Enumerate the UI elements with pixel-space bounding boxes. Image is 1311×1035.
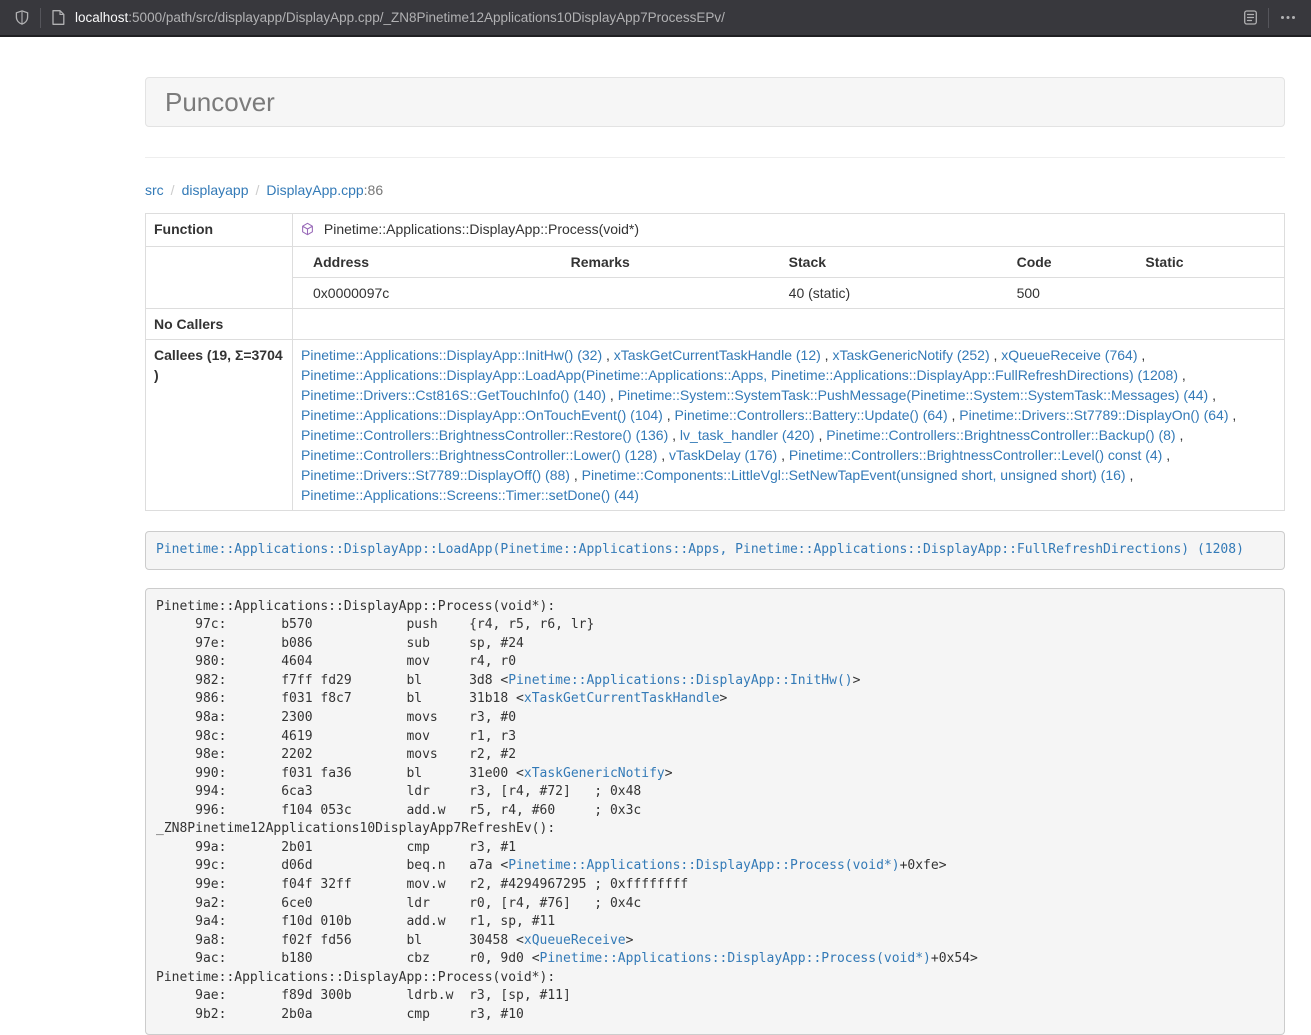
callee-link[interactable]: Pinetime::Components::LittleVgl::SetNewT… xyxy=(582,467,1126,483)
stack-value: 40 (static) xyxy=(769,278,997,309)
url-path: :5000/path/src/displayapp/DisplayApp.cpp… xyxy=(128,10,725,25)
highlighted-callee-box: Pinetime::Applications::DisplayApp::Load… xyxy=(145,531,1285,570)
code-symbol-link[interactable]: xTaskGenericNotify xyxy=(524,766,665,781)
callee-link[interactable]: Pinetime::System::SystemTask::PushMessag… xyxy=(618,387,1209,403)
function-table: Function Pinetime::Applications::Display… xyxy=(145,213,1285,511)
disassembly-pre: Pinetime::Applications::DisplayApp::Proc… xyxy=(145,588,1285,1035)
callee-link[interactable]: Pinetime::Drivers::St7789::DisplayOn() (… xyxy=(959,407,1228,423)
page-title: Puncover xyxy=(165,89,1265,115)
callee-link[interactable]: Pinetime::Drivers::Cst816S::GetTouchInfo… xyxy=(301,387,606,403)
url-text: localhost:5000/path/src/displayapp/Displ… xyxy=(75,10,725,25)
callee-link[interactable]: Pinetime::Applications::DisplayApp::Load… xyxy=(301,367,1178,383)
no-callers-row: No Callers xyxy=(146,309,1285,340)
callee-link[interactable]: Pinetime::Controllers::BrightnessControl… xyxy=(826,427,1175,443)
page-content: Puncover src / displayapp / DisplayApp.cpp:8… xyxy=(145,77,1285,1035)
code-symbol-link[interactable]: Pinetime::Applications::DisplayApp::Proc… xyxy=(540,951,931,966)
column-code: Code xyxy=(997,247,1126,278)
code-symbol-link[interactable]: Pinetime::Applications::DisplayApp::Init… xyxy=(508,673,852,688)
breadcrumb: src / displayapp / DisplayApp.cpp:86 xyxy=(145,180,1285,200)
toolbar-divider xyxy=(40,8,41,28)
callee-link[interactable]: Pinetime::Applications::Screens::Timer::… xyxy=(301,487,639,503)
callees-list: Pinetime::Applications::DisplayApp::Init… xyxy=(293,340,1285,511)
function-name: Pinetime::Applications::DisplayApp::Proc… xyxy=(324,219,639,239)
remarks-value xyxy=(551,278,769,309)
callee-link[interactable]: Pinetime::Controllers::BrightnessControl… xyxy=(301,447,657,463)
url-host: localhost xyxy=(75,10,128,25)
column-address: Address xyxy=(293,247,551,278)
breadcrumb-separator: / xyxy=(171,182,175,198)
function-row: Function Pinetime::Applications::Display… xyxy=(146,214,1285,247)
details-data-row: 0x0000097c 40 (static) 500 xyxy=(293,278,1284,309)
callee-link[interactable]: lv_task_handler (420) xyxy=(680,427,815,443)
breadcrumb-link-displayapp[interactable]: displayapp xyxy=(182,182,249,198)
breadcrumb-line-number: :86 xyxy=(364,182,383,198)
column-remarks: Remarks xyxy=(551,247,769,278)
callee-link[interactable]: xTaskGetCurrentTaskHandle (12) xyxy=(614,347,821,363)
column-stack: Stack xyxy=(769,247,997,278)
app-header: Puncover xyxy=(145,77,1285,127)
divider xyxy=(145,157,1285,158)
callees-label: Callees (19, Σ=3704 ) xyxy=(146,340,293,511)
shield-icon[interactable] xyxy=(14,9,30,26)
toolbar-divider xyxy=(1268,8,1269,28)
address-value: 0x0000097c xyxy=(293,278,551,309)
page-info-icon[interactable] xyxy=(51,9,65,26)
url-bar[interactable]: localhost:5000/path/src/displayapp/Displ… xyxy=(75,10,984,25)
callees-row: Callees (19, Σ=3704 ) Pinetime::Applicat… xyxy=(146,340,1285,511)
callee-link[interactable]: Pinetime::Controllers::Battery::Update()… xyxy=(675,407,948,423)
function-cube-icon xyxy=(301,223,318,239)
code-symbol-link[interactable]: xTaskGetCurrentTaskHandle xyxy=(524,691,720,706)
function-label: Function xyxy=(146,214,293,247)
callee-link[interactable]: Pinetime::Applications::DisplayApp::OnTo… xyxy=(301,407,663,423)
callee-link[interactable]: Pinetime::Drivers::St7789::DisplayOff() … xyxy=(301,467,570,483)
column-static: Static xyxy=(1125,247,1284,278)
callee-link[interactable]: Pinetime::Controllers::BrightnessControl… xyxy=(301,427,668,443)
breadcrumb-link-file[interactable]: DisplayApp.cpp xyxy=(266,182,363,198)
menu-ellipsis-icon[interactable] xyxy=(1279,9,1297,26)
highlighted-callee-link[interactable]: Pinetime::Applications::DisplayApp::Load… xyxy=(156,542,1244,557)
reader-view-icon[interactable] xyxy=(1243,9,1258,26)
function-details-row: Address Remarks Stack Code Static 0x0000… xyxy=(146,247,1285,309)
callee-link[interactable]: xTaskGenericNotify (252) xyxy=(832,347,989,363)
code-symbol-link[interactable]: Pinetime::Applications::DisplayApp::Proc… xyxy=(508,858,899,873)
callee-link[interactable]: xQueueReceive (764) xyxy=(1001,347,1137,363)
callee-link[interactable]: vTaskDelay (176) xyxy=(669,447,777,463)
breadcrumb-separator: / xyxy=(256,182,260,198)
function-details-table: Address Remarks Stack Code Static 0x0000… xyxy=(293,247,1284,308)
code-value: 500 xyxy=(997,278,1126,309)
callee-link[interactable]: Pinetime::Applications::DisplayApp::Init… xyxy=(301,347,602,363)
code-symbol-link[interactable]: xQueueReceive xyxy=(524,933,626,948)
static-value xyxy=(1125,278,1284,309)
no-callers-label: No Callers xyxy=(146,309,293,340)
callee-link[interactable]: Pinetime::Controllers::BrightnessControl… xyxy=(789,447,1162,463)
details-header-row: Address Remarks Stack Code Static xyxy=(293,247,1284,278)
breadcrumb-link-src[interactable]: src xyxy=(145,182,164,198)
browser-toolbar: localhost:5000/path/src/displayapp/Displ… xyxy=(0,0,1311,37)
